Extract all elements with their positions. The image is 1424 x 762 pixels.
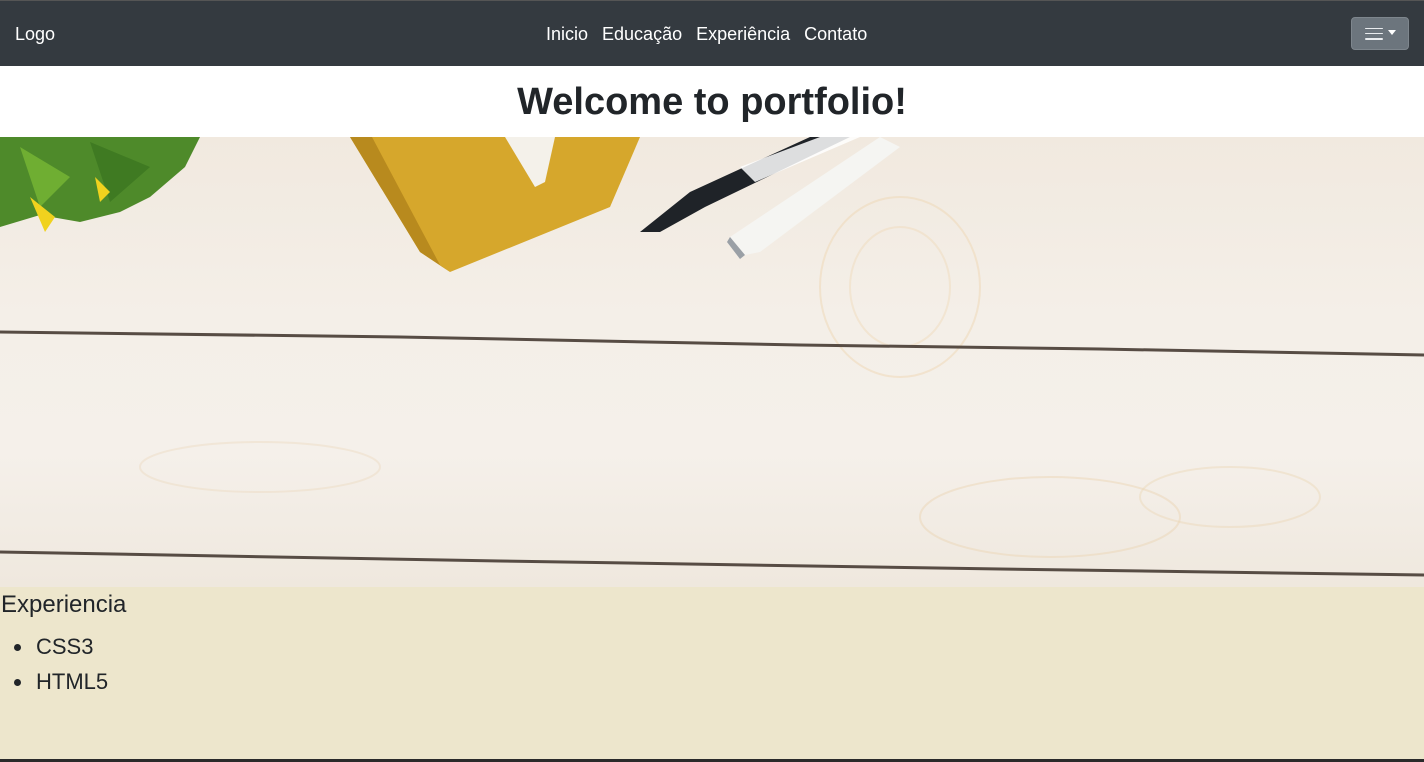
list-item: HTML5 [13,664,108,699]
page-title: Welcome to portfolio! [517,80,907,123]
brand-logo-link[interactable]: Logo [15,23,55,45]
experience-section: Experiencia CSS3 HTML5 [0,587,1424,759]
nav-link-educacao[interactable]: Educação [602,23,682,45]
top-navbar: Logo Inicio Educação Experiência Contato [0,0,1424,66]
experience-list: CSS3 HTML5 [13,629,108,699]
welcome-banner: Welcome to portfolio! [0,66,1424,137]
nav-link-experiencia[interactable]: Experiência [696,23,790,45]
caret-down-icon [1387,29,1396,35]
navbar-toggler-button[interactable] [1351,17,1409,50]
experience-heading: Experiencia [1,591,127,618]
list-item: CSS3 [13,629,108,664]
hero-image [0,137,1424,587]
desk-illustration [0,137,1424,577]
nav-link-inicio[interactable]: Inicio [546,23,588,45]
nav-links: Inicio Educação Experiência Contato [546,23,881,45]
menu-icon [1364,27,1383,40]
nav-link-contato[interactable]: Contato [804,23,867,45]
